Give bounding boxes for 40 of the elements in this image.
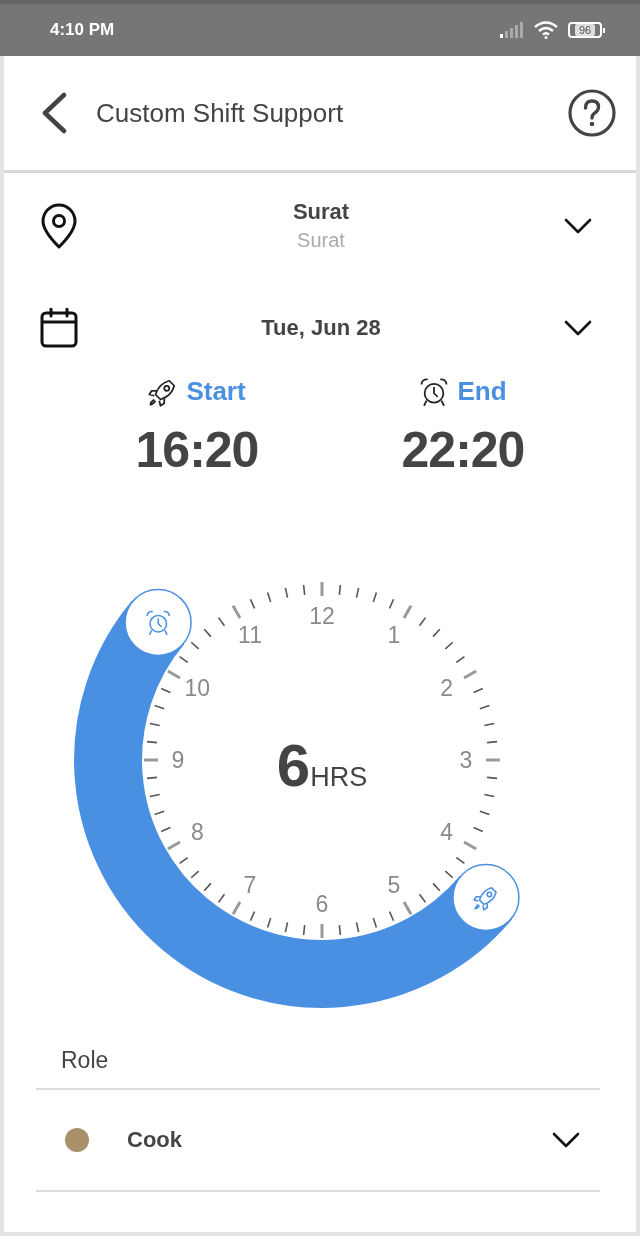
dial-number: 1	[387, 622, 401, 649]
role-value[interactable]: Cook	[127, 1127, 552, 1153]
calendar-icon	[40, 308, 78, 348]
alarm-clock-icon	[146, 610, 171, 636]
dial-number: 12	[309, 603, 335, 629]
dial-number: 10	[184, 675, 211, 701]
duration-value: 6HRS	[276, 732, 368, 799]
dial-number: 9	[171, 747, 185, 773]
dial-number: 6	[315, 891, 329, 917]
rocket-icon	[473, 887, 497, 911]
battery-icon: 96	[568, 22, 602, 38]
dial-number: 4	[440, 819, 454, 845]
dial-number: 8	[190, 819, 204, 845]
location-subtitle: Surat	[297, 229, 345, 252]
status-time: 4:10 PM	[50, 20, 116, 40]
dial-number: 3	[459, 747, 473, 773]
start-handle[interactable]	[452, 863, 520, 932]
back-icon[interactable]	[40, 92, 68, 134]
location-name[interactable]: Surat	[292, 199, 350, 225]
wifi-icon	[534, 21, 558, 39]
help-icon[interactable]	[568, 89, 616, 137]
start-time: 16:20	[135, 421, 259, 479]
dial-number: 5	[387, 871, 401, 898]
dial-number: 7	[243, 871, 257, 898]
role-label: Role	[60, 1047, 110, 1075]
location-pin-icon	[40, 202, 78, 249]
alarm-clock-icon	[419, 376, 450, 407]
chevron-down-icon[interactable]	[564, 320, 592, 336]
dial-number: 2	[440, 675, 454, 701]
signal-icon	[500, 22, 524, 38]
page-title: Custom Shift Support	[96, 97, 345, 129]
chevron-down-icon[interactable]	[564, 217, 592, 234]
chevron-down-icon[interactable]	[552, 1132, 580, 1148]
date-value[interactable]: Tue, Jun 28	[261, 315, 381, 341]
end-label: End	[457, 376, 507, 407]
end-time: 22:20	[401, 421, 525, 479]
end-handle[interactable]	[124, 588, 192, 657]
start-label: Start	[186, 376, 246, 407]
shift-range-arc[interactable]	[74, 602, 511, 1008]
dial-number: 11	[238, 622, 262, 649]
